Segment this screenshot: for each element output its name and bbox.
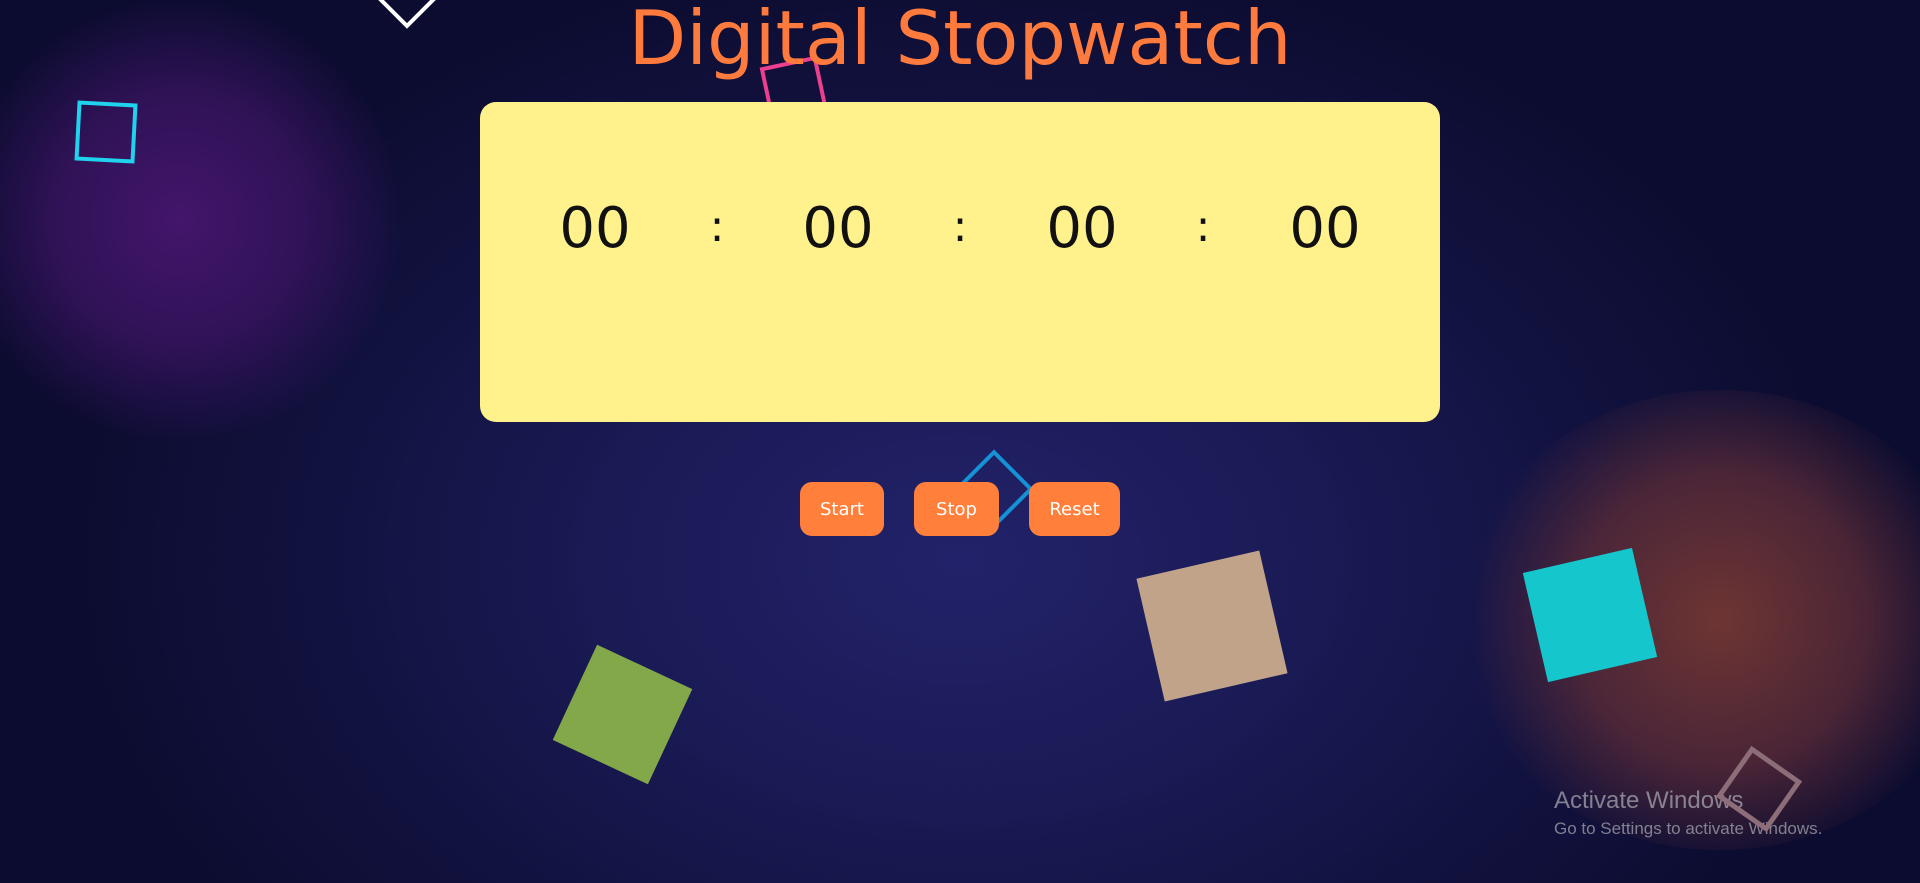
decor-square-cyan-outline [74, 100, 138, 164]
display-separator-2: : [952, 201, 968, 252]
decor-square-tan-filled [1136, 550, 1288, 702]
display-segment-2: 00 [802, 196, 874, 261]
reset-button[interactable]: Reset [1029, 482, 1120, 536]
watermark-subtitle: Go to Settings to activate Windows. [1554, 819, 1823, 838]
stopwatch-display: 00 : 00 : 00 : 00 [480, 102, 1440, 422]
display-segment-3: 00 [1046, 196, 1118, 261]
display-segment-1: 00 [559, 196, 631, 261]
start-button[interactable]: Start [800, 482, 884, 536]
stop-button[interactable]: Stop [914, 482, 999, 536]
display-segment-4: 00 [1289, 196, 1361, 261]
display-separator-1: : [709, 201, 725, 252]
display-separator-3: : [1195, 201, 1211, 252]
page-title: Digital Stopwatch [628, 0, 1292, 82]
decor-square-olive-filled [552, 644, 693, 785]
background-glow-rust [1460, 390, 1920, 850]
